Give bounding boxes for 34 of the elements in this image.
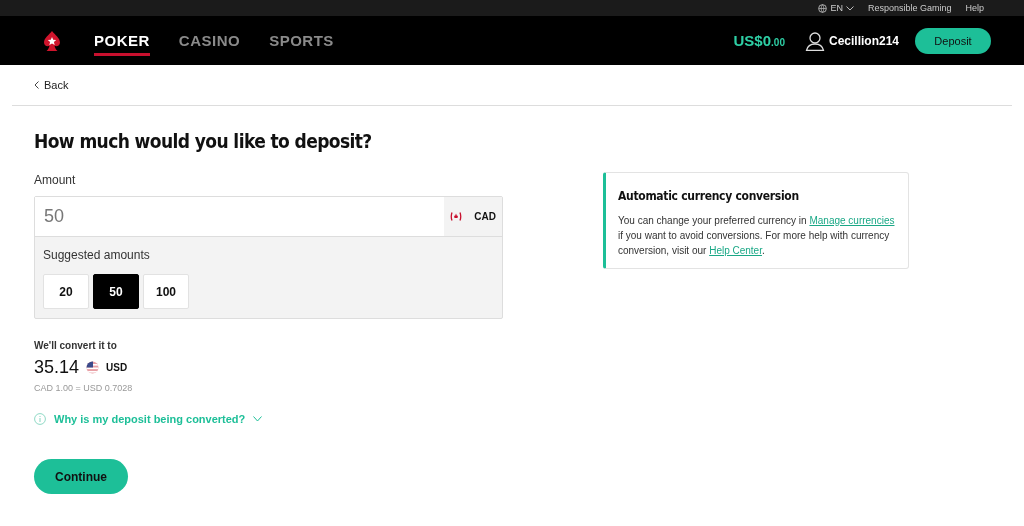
continue-button[interactable]: Continue (34, 459, 128, 494)
language-selector[interactable]: EN (830, 3, 843, 13)
currency-code: USD (106, 362, 128, 373)
top-link[interactable]: Help (965, 3, 984, 13)
amount-option[interactable]: 50 (93, 274, 139, 309)
amount-option[interactable]: 20 (43, 274, 89, 309)
nav-tab[interactable]: CASINO (178, 25, 241, 56)
spade-logo-icon (42, 29, 62, 52)
amount-label: Amount (34, 173, 76, 187)
maple-flag-icon (450, 212, 463, 221)
chevron-left-icon (34, 81, 39, 89)
card-title: Automatic currency conversion (618, 189, 799, 203)
convert-label: We'll convert it to (34, 340, 117, 351)
nav-tab[interactable]: SPORTS (269, 25, 334, 56)
amount-option[interactable]: 100 (143, 274, 189, 309)
converted-amount: 35.14 (34, 357, 80, 378)
top-link[interactable]: Responsible Gaming (867, 3, 952, 13)
suggested-label: Suggested amounts (43, 248, 150, 262)
user-icon (804, 30, 825, 51)
currency-code: CAD (474, 211, 496, 222)
page-title: How much would you like to deposit? (34, 130, 372, 152)
info-icon (34, 413, 46, 425)
username[interactable]: Cecillion214 (828, 33, 899, 48)
deposit-button[interactable]: Deposit (915, 27, 991, 54)
globe-icon (818, 3, 828, 13)
card-text: You can change your preferred currency in Manage currencies if you want to avoid conversions. For more help with currency conversion, visit our Help Center. (618, 214, 896, 258)
nav-tab[interactable]: POKER (94, 25, 150, 56)
amount-field[interactable]: 50 (35, 197, 445, 237)
balance: US$0.00 (733, 32, 785, 49)
chevron-down-icon (253, 416, 263, 422)
flag-icon (86, 361, 100, 374)
chevron-down-icon (845, 5, 854, 11)
back-link[interactable]: Back (44, 79, 69, 91)
exchange-rate: CAD 1.00 = USD 0.7028 (34, 383, 133, 393)
